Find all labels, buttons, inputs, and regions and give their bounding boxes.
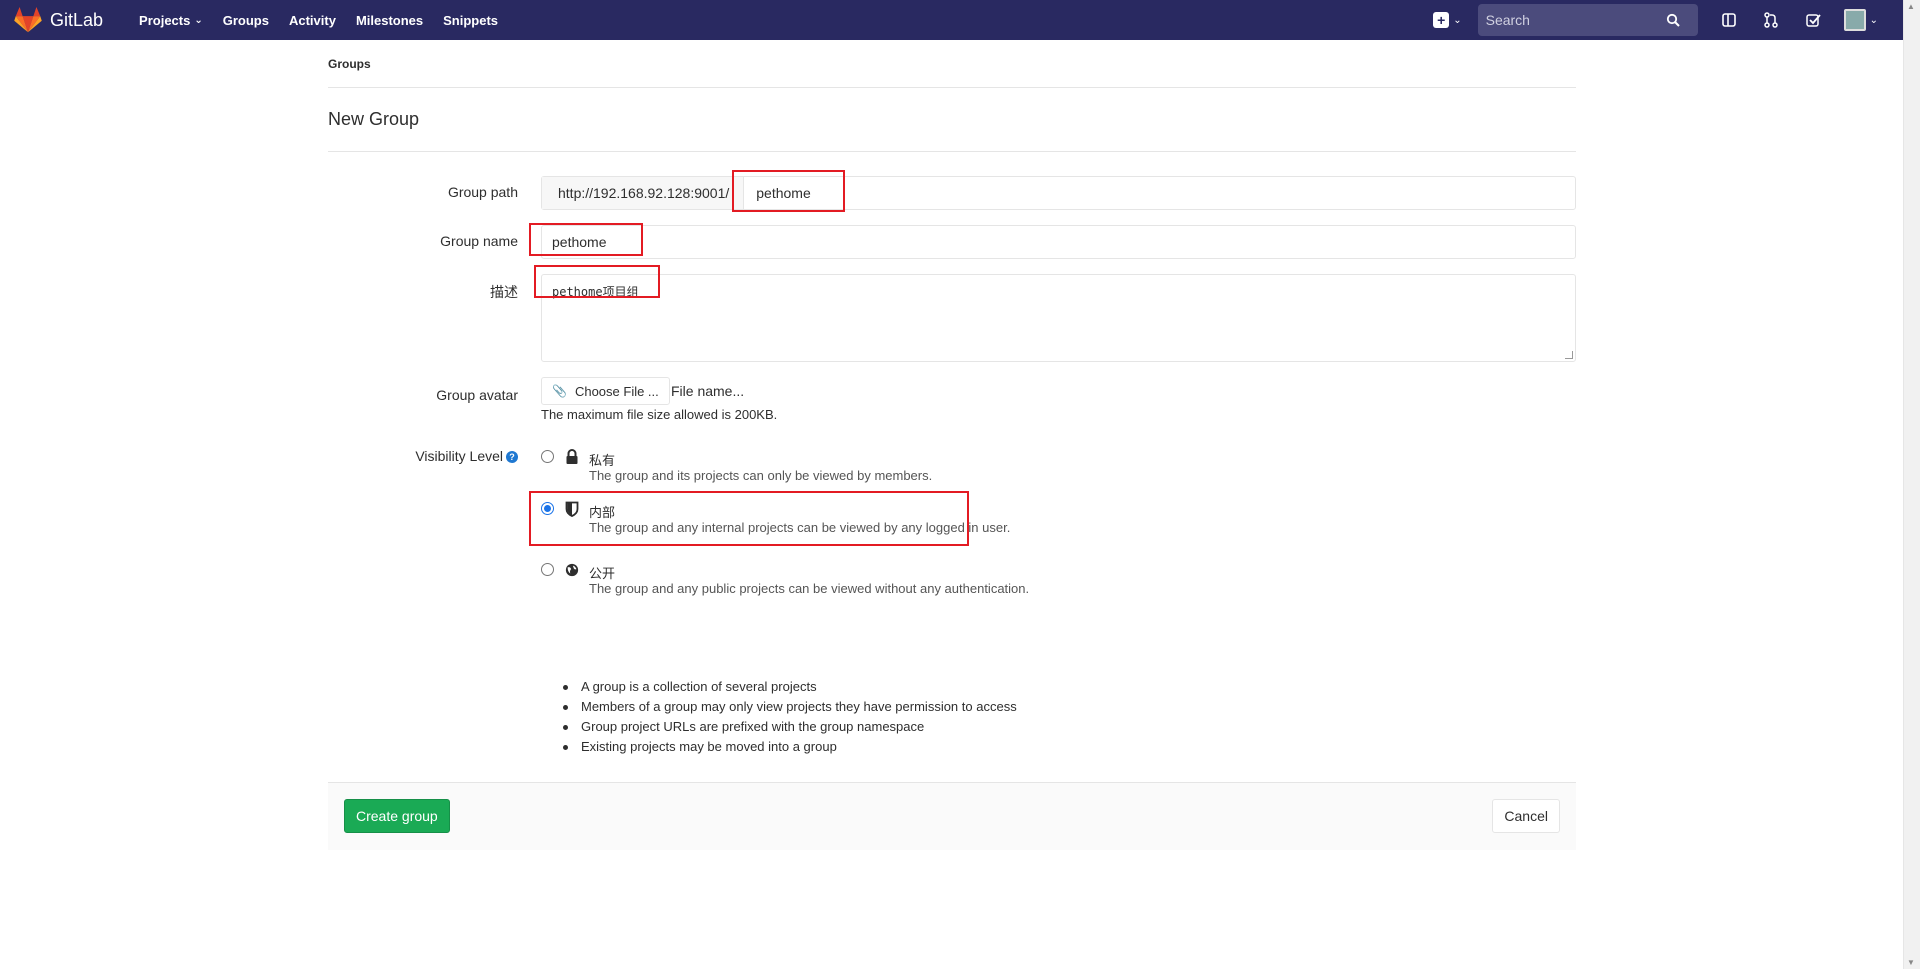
nav-groups[interactable]: Groups xyxy=(223,13,269,28)
chevron-down-icon: ⌄ xyxy=(194,14,203,26)
avatar xyxy=(1843,9,1866,31)
nav-projects-label: Projects xyxy=(139,12,191,28)
group-name-input[interactable]: pethome xyxy=(541,225,1576,259)
visibility-radio-private[interactable] xyxy=(541,450,554,463)
nav-projects[interactable]: Projects ⌄ xyxy=(139,13,203,28)
visibility-desc-private: The group and its projects can only be v… xyxy=(589,468,933,483)
help-icon[interactable]: ? xyxy=(506,451,518,464)
max-size-note: The maximum file size allowed is 200KB. xyxy=(541,407,778,422)
visibility-label: Visibility Level? xyxy=(318,448,518,464)
create-group-button[interactable]: Create group xyxy=(344,799,450,833)
description-text: pethome项目组 xyxy=(552,285,639,299)
todo-check-icon[interactable] xyxy=(1802,9,1824,31)
visibility-desc-internal: The group and any internal projects can … xyxy=(589,520,1011,535)
scroll-down-icon[interactable]: ▼ xyxy=(1907,958,1915,967)
description-textarea[interactable]: pethome项目组 xyxy=(541,274,1576,362)
scroll-up-icon[interactable]: ▲ xyxy=(1907,2,1915,11)
list-item: A group is a collection of several proje… xyxy=(541,677,1017,697)
choose-file-label: Choose File ... xyxy=(574,383,659,399)
group-path-prefix: http://192.168.92.128:9001/ xyxy=(542,177,745,209)
nav-milestones[interactable]: Milestones xyxy=(356,13,423,28)
sidebar-toggle-icon[interactable] xyxy=(1718,9,1740,31)
description-label: 描述 xyxy=(490,284,518,300)
search-input[interactable] xyxy=(1485,12,1666,28)
gitlab-logo-icon xyxy=(14,7,42,33)
nav-snippets[interactable]: Snippets xyxy=(443,13,498,28)
paperclip-icon: 📎 xyxy=(552,384,567,398)
chevron-down-icon: ⌄ xyxy=(1453,14,1462,26)
group-name-label: Group name xyxy=(440,233,518,249)
visibility-desc-public: The group and any public projects can be… xyxy=(589,581,1030,596)
group-path-input[interactable]: pethome xyxy=(744,177,1575,209)
file-name: File name... xyxy=(671,383,745,399)
new-dropdown-button[interactable]: + ⌄ xyxy=(1433,12,1462,28)
main-content: Groups New Group Group path http://192.1… xyxy=(328,40,1576,850)
visibility-title-internal: 内部 xyxy=(589,505,616,520)
shield-icon xyxy=(565,501,579,517)
visibility-title-public: 公开 xyxy=(589,566,616,581)
group-notes-list: A group is a collection of several proje… xyxy=(541,677,1017,757)
page-scrollbar[interactable]: ▲ ▼ xyxy=(1903,0,1920,969)
user-menu[interactable]: ⌄ xyxy=(1843,9,1878,31)
choose-file-button[interactable]: 📎 Choose File ... xyxy=(541,377,670,405)
visibility-label-text: Visibility Level xyxy=(415,448,503,464)
nav-activity[interactable]: Activity xyxy=(289,13,336,28)
resize-handle[interactable] xyxy=(1565,351,1573,359)
brand-name: GitLab xyxy=(50,9,104,30)
search-icon xyxy=(1666,13,1680,27)
brand[interactable]: GitLab xyxy=(14,7,103,33)
group-avatar-label: Group avatar xyxy=(436,387,518,403)
globe-icon xyxy=(565,563,579,577)
visibility-radio-internal[interactable] xyxy=(541,502,554,515)
form-actions: Create group Cancel xyxy=(328,782,1576,850)
lock-icon xyxy=(566,449,578,464)
breadcrumb-groups[interactable]: Groups xyxy=(328,57,371,71)
merge-request-icon[interactable] xyxy=(1760,9,1782,31)
chevron-down-icon: ⌄ xyxy=(1869,14,1878,26)
list-item: Members of a group may only view project… xyxy=(541,697,1017,717)
breadcrumb: Groups xyxy=(328,40,1576,88)
list-item: Group project URLs are prefixed with the… xyxy=(541,717,1017,737)
visibility-radio-public[interactable] xyxy=(541,563,554,576)
search-box[interactable] xyxy=(1477,4,1698,36)
group-path-field: http://192.168.92.128:9001/ pethome xyxy=(541,176,1576,210)
visibility-title-private: 私有 xyxy=(589,453,616,468)
group-path-label: Group path xyxy=(447,184,518,200)
cancel-button[interactable]: Cancel xyxy=(1492,799,1560,833)
page-title: New Group xyxy=(328,88,1576,152)
top-navbar: GitLab Projects ⌄ Groups Activity Milesto… xyxy=(0,0,1920,40)
list-item: Existing projects may be moved into a gr… xyxy=(541,737,1017,757)
plus-icon: + xyxy=(1433,12,1450,28)
